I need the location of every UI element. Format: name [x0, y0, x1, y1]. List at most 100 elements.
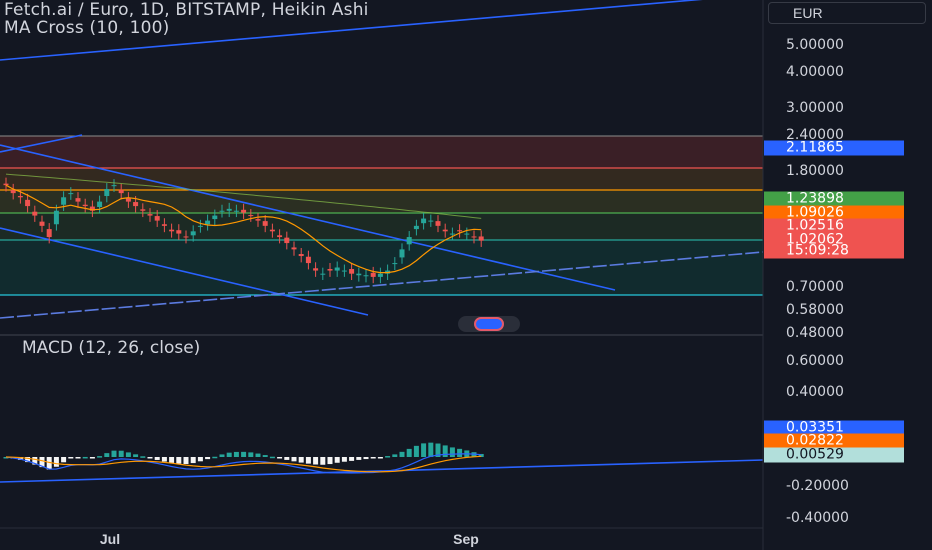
candle[interactable]	[226, 208, 232, 211]
candle[interactable]	[435, 221, 441, 226]
macd-histogram-bar	[255, 453, 261, 457]
candle[interactable]	[392, 263, 398, 265]
candle[interactable]	[406, 237, 412, 245]
candle[interactable]	[133, 202, 139, 207]
chart-canvas[interactable]	[0, 0, 932, 550]
candle[interactable]	[68, 193, 74, 195]
macd-indicator-label[interactable]: MACD (12, 26, close)	[22, 338, 200, 358]
macd-histogram-bar	[226, 452, 232, 457]
indicator-label[interactable]: MA Cross (10, 100)	[4, 18, 169, 38]
candle[interactable]	[334, 267, 340, 271]
candle[interactable]	[104, 189, 110, 197]
candle[interactable]	[154, 216, 160, 221]
candle[interactable]	[183, 236, 189, 238]
macd-histogram-bar	[413, 445, 419, 457]
candle[interactable]	[413, 225, 419, 230]
candle[interactable]	[3, 183, 9, 186]
candle[interactable]	[313, 268, 319, 271]
macd-histogram-bar	[421, 443, 427, 457]
candle[interactable]	[341, 270, 347, 272]
fib-zone-4	[0, 213, 763, 240]
candle[interactable]	[197, 225, 203, 227]
macd-tick: -0.20000	[786, 478, 849, 495]
tradingview-logo	[458, 316, 520, 332]
candle[interactable]	[449, 233, 455, 235]
macd-histogram-bar	[269, 456, 275, 459]
candle[interactable]	[39, 221, 45, 226]
macd-histogram-bar	[197, 457, 203, 462]
macd-histogram-bar	[190, 457, 196, 464]
macd-histogram-bar	[68, 457, 74, 459]
candle[interactable]	[255, 219, 261, 221]
macd-histogram-bar	[125, 452, 131, 457]
candle[interactable]	[176, 230, 182, 234]
candle[interactable]	[82, 204, 88, 207]
candle[interactable]	[169, 229, 175, 232]
candle[interactable]	[320, 273, 326, 275]
candle[interactable]	[212, 215, 218, 220]
symbol-title[interactable]: Fetch.ai / Euro, 1D, BITSTAMP, Heikin As…	[4, 0, 369, 20]
macd-tick: 0.40000	[786, 384, 844, 401]
candle[interactable]	[478, 236, 484, 241]
candle[interactable]	[161, 224, 167, 226]
macd-histogram-bar	[291, 457, 297, 462]
macd-histogram-bar	[277, 457, 283, 459]
price-badge: 15:09:28	[764, 243, 904, 259]
candle[interactable]	[457, 230, 463, 232]
candle[interactable]	[97, 201, 103, 208]
candle[interactable]	[277, 235, 283, 238]
signal-line	[5, 455, 482, 473]
candle[interactable]	[248, 215, 254, 217]
candle[interactable]	[363, 275, 369, 277]
price-badge: 2.11865	[764, 140, 904, 156]
macd-histogram-bar	[219, 454, 225, 457]
candle[interactable]	[349, 269, 355, 274]
candle[interactable]	[118, 189, 124, 194]
candle[interactable]	[262, 221, 268, 226]
candle[interactable]	[428, 220, 434, 222]
candle[interactable]	[61, 197, 67, 205]
candle[interactable]	[284, 237, 290, 244]
candle[interactable]	[305, 256, 311, 264]
macd-histogram-bar	[53, 457, 59, 467]
macd-histogram-bar	[349, 457, 355, 461]
candle[interactable]	[125, 198, 131, 202]
candle[interactable]	[356, 273, 362, 276]
candle[interactable]	[399, 249, 405, 258]
candle[interactable]	[25, 199, 31, 207]
macd-histogram-bar	[363, 457, 369, 460]
candle[interactable]	[421, 218, 427, 224]
macd-histogram-bar	[248, 452, 254, 457]
candle[interactable]	[377, 273, 383, 277]
currency-selector[interactable]: EUR	[768, 2, 926, 24]
candle[interactable]	[464, 233, 470, 235]
candle[interactable]	[53, 210, 59, 225]
candle[interactable]	[269, 229, 275, 232]
candle[interactable]	[75, 198, 81, 202]
candle[interactable]	[219, 210, 225, 212]
macd-histogram-bar	[442, 445, 448, 457]
macd-histogram-bar	[313, 457, 319, 465]
candle[interactable]	[190, 231, 196, 236]
candle[interactable]	[46, 229, 52, 238]
candle[interactable]	[147, 214, 153, 216]
candle[interactable]	[471, 236, 477, 238]
macd-histogram-bar	[183, 457, 189, 465]
macd-histogram-bar	[233, 451, 239, 457]
macd-histogram-bar	[212, 456, 218, 459]
candle[interactable]	[241, 209, 247, 213]
candle[interactable]	[370, 272, 376, 277]
candle[interactable]	[32, 211, 38, 216]
candle[interactable]	[327, 269, 333, 271]
candle[interactable]	[140, 209, 146, 211]
candle[interactable]	[205, 220, 211, 225]
candle[interactable]	[291, 247, 297, 250]
candle[interactable]	[111, 185, 117, 187]
macd-histogram-bar	[140, 456, 146, 458]
price-tick: 5.00000	[786, 36, 844, 53]
candle[interactable]	[442, 229, 448, 232]
candle[interactable]	[298, 254, 304, 257]
candle[interactable]	[233, 210, 239, 212]
fib-zone-3	[0, 190, 763, 213]
candle[interactable]	[17, 196, 23, 198]
